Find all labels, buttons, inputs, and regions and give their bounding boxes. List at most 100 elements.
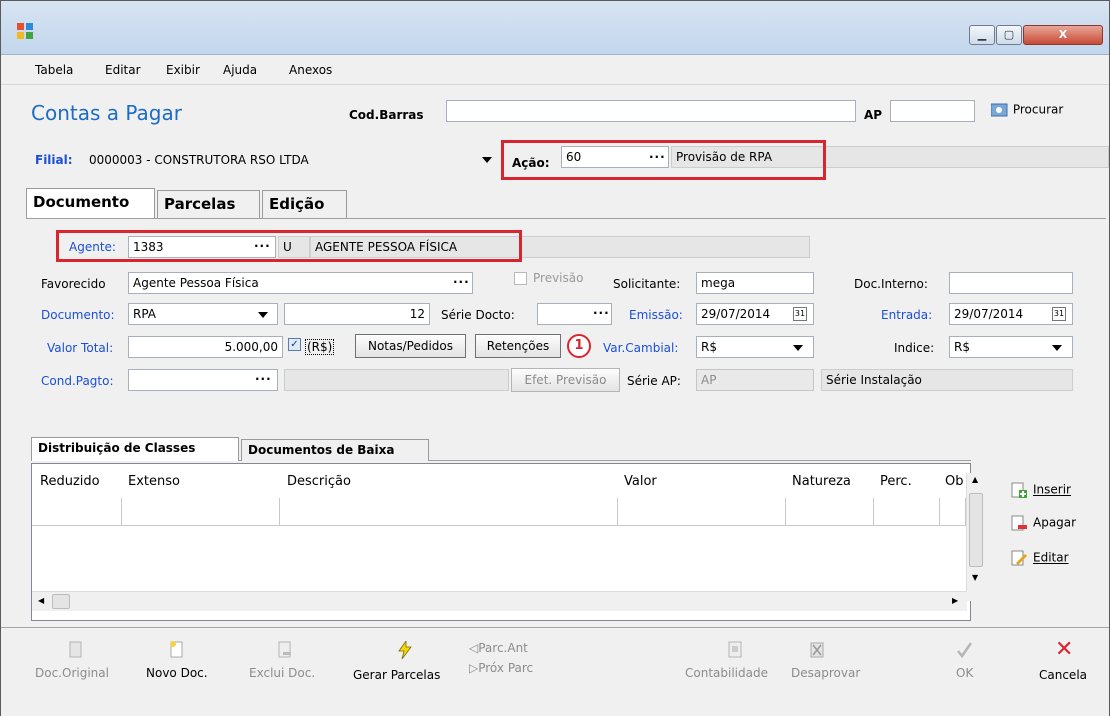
filial-value[interactable]: 0000003 - CONSTRUTORA RSO LTDA	[89, 153, 309, 167]
edit-icon	[1011, 550, 1027, 566]
col-extenso[interactable]: Extenso	[128, 474, 180, 489]
tab-edicao[interactable]: Edição	[262, 190, 347, 218]
acao-highlight-box	[501, 140, 826, 180]
page-title: Contas a Pagar	[31, 101, 182, 125]
documento-number[interactable]: 12	[284, 303, 430, 325]
disapprove-icon	[810, 642, 824, 658]
col-valor[interactable]: Valor	[624, 474, 657, 489]
col-obs[interactable]: Ob	[945, 474, 963, 489]
cancela-button[interactable]: Cancela	[1039, 668, 1087, 682]
scroll-up-icon[interactable]: ▲	[972, 475, 978, 484]
delete-doc-icon	[278, 641, 291, 658]
documento-select[interactable]: RPA	[128, 303, 278, 325]
close-button[interactable]: X	[1023, 25, 1103, 45]
scroll-right-icon[interactable]: ▶	[952, 596, 958, 605]
documento-dropdown-icon[interactable]	[258, 312, 268, 318]
col-descricao[interactable]: Descrição	[287, 474, 351, 489]
desaprovar-button[interactable]: Desaprovar	[791, 666, 860, 680]
retencoes-button[interactable]: Retenções	[475, 334, 561, 358]
seriedocto-label: Série Docto:	[441, 308, 515, 322]
search-icon	[990, 103, 1008, 117]
emissao-calendar-icon[interactable]: 31	[793, 307, 807, 321]
novo-doc-button[interactable]: Novo Doc.	[146, 666, 208, 680]
tab-parcelas[interactable]: Parcelas	[157, 190, 260, 218]
parc-ant-button[interactable]: ◁Parc.Ant	[469, 641, 528, 655]
col-perc[interactable]: Perc.	[880, 474, 912, 489]
codbarras-label: Cod.Barras	[349, 108, 424, 122]
ap-input[interactable]	[890, 100, 975, 122]
menu-editar[interactable]: Editar	[105, 63, 141, 77]
cancel-icon: ✕	[1055, 637, 1074, 662]
next-icon: ▷	[469, 661, 479, 675]
menu-exibir[interactable]: Exibir	[166, 63, 200, 77]
col-reduzido[interactable]: Reduzido	[40, 474, 100, 489]
ok-button[interactable]: OK	[956, 666, 973, 680]
grid-cell[interactable]	[280, 498, 618, 526]
tab-documento[interactable]: Documento	[26, 188, 155, 218]
search-button[interactable]: Procurar	[990, 102, 1063, 118]
solicitante-input[interactable]: mega	[696, 272, 814, 294]
notas-pedidos-button[interactable]: Notas/Pedidos	[355, 334, 466, 358]
scroll-thumb-horizontal[interactable]	[52, 594, 70, 609]
edit-label: Editar	[1033, 550, 1069, 565]
valortotal-input[interactable]: 5.000,00	[128, 336, 283, 358]
varcambial-dropdown-icon[interactable]	[793, 345, 803, 351]
serieap-label: Série AP:	[627, 374, 681, 388]
emissao-label: Emissão:	[629, 308, 683, 322]
codbarras-input[interactable]	[446, 100, 856, 122]
scroll-thumb[interactable]	[969, 493, 983, 567]
docinterno-label: Doc.Interno:	[854, 277, 928, 291]
grid-cell[interactable]	[32, 498, 122, 526]
favorecido-label: Favorecido	[41, 277, 106, 291]
grid-cell[interactable]	[874, 498, 940, 526]
grid-cell[interactable]	[940, 498, 966, 526]
minimize-button[interactable]: ▁	[969, 25, 995, 45]
contabilidade-button[interactable]: Contabilidade	[685, 666, 768, 680]
previsao-checkbox[interactable]	[514, 272, 527, 285]
moeda-checkbox[interactable]: ✓	[288, 338, 301, 351]
seriedocto-lookup-icon[interactable]: ···	[593, 306, 610, 320]
serieap-select[interactable]: AP	[696, 369, 814, 391]
exclui-doc-button[interactable]: Exclui Doc.	[249, 666, 315, 680]
docinterno-input[interactable]	[949, 272, 1073, 294]
condpagto-lookup-icon[interactable]: ···	[255, 372, 272, 386]
doc-original-button[interactable]: Doc.Original	[35, 666, 109, 680]
gerar-parcelas-button[interactable]: Gerar Parcelas	[353, 668, 440, 682]
grid-cell[interactable]	[618, 498, 786, 526]
insert-button[interactable]: Inserir	[1011, 482, 1071, 498]
prev-icon: ◁	[469, 641, 479, 655]
scroll-left-icon[interactable]: ◀	[38, 596, 44, 605]
maximize-button[interactable]: ▢	[996, 25, 1022, 45]
grid-cell[interactable]	[122, 498, 280, 526]
menu-tabela[interactable]: Tabela	[35, 63, 73, 77]
indice-dropdown-icon[interactable]	[1052, 345, 1062, 351]
grid-horizontal-scrollbar[interactable]: ◀ ▶	[32, 591, 967, 611]
delete-label: Apagar	[1033, 515, 1077, 530]
application-window: ▁ ▢ X Tabela Editar Exibir Ajuda Anexos …	[0, 0, 1110, 716]
condpagto-label: Cond.Pagto:	[41, 374, 114, 388]
edit-button[interactable]: Editar	[1011, 550, 1069, 566]
previsao-label: Previsão	[533, 271, 584, 285]
favorecido-lookup-icon[interactable]: ···	[453, 275, 470, 289]
efet-previsao-button[interactable]: Efet. Previsão	[511, 368, 620, 392]
serie-instalacao: Série Instalação	[821, 369, 1073, 391]
delete-button[interactable]: Apagar	[1011, 515, 1076, 531]
title-bar: ▁ ▢ X	[1, 1, 1109, 55]
entrada-calendar-icon[interactable]: 31	[1052, 307, 1066, 321]
solicitante-label: Solicitante:	[613, 277, 681, 291]
menu-anexos[interactable]: Anexos	[289, 63, 332, 77]
filial-dropdown-icon[interactable]	[482, 157, 492, 163]
grid-cell[interactable]	[786, 498, 874, 526]
favorecido-input[interactable]: Agente Pessoa Física	[128, 272, 473, 294]
col-natureza[interactable]: Natureza	[792, 474, 851, 489]
grid-vertical-scrollbar[interactable]: ▲ ▼	[966, 473, 985, 601]
condpagto-description	[284, 369, 509, 391]
menu-ajuda[interactable]: Ajuda	[223, 63, 257, 77]
prox-parc-button[interactable]: ▷Próx Parc	[469, 661, 533, 675]
accounting-icon	[728, 641, 742, 658]
scroll-down-icon[interactable]: ▼	[972, 573, 978, 582]
varcambial-label: Var.Cambial:	[603, 341, 679, 355]
subtab-documentos-baixa[interactable]: Documentos de Baixa	[241, 439, 429, 461]
subtab-distribuicao[interactable]: Distribuição de Classes	[31, 437, 239, 461]
ap-label: AP	[864, 108, 883, 122]
